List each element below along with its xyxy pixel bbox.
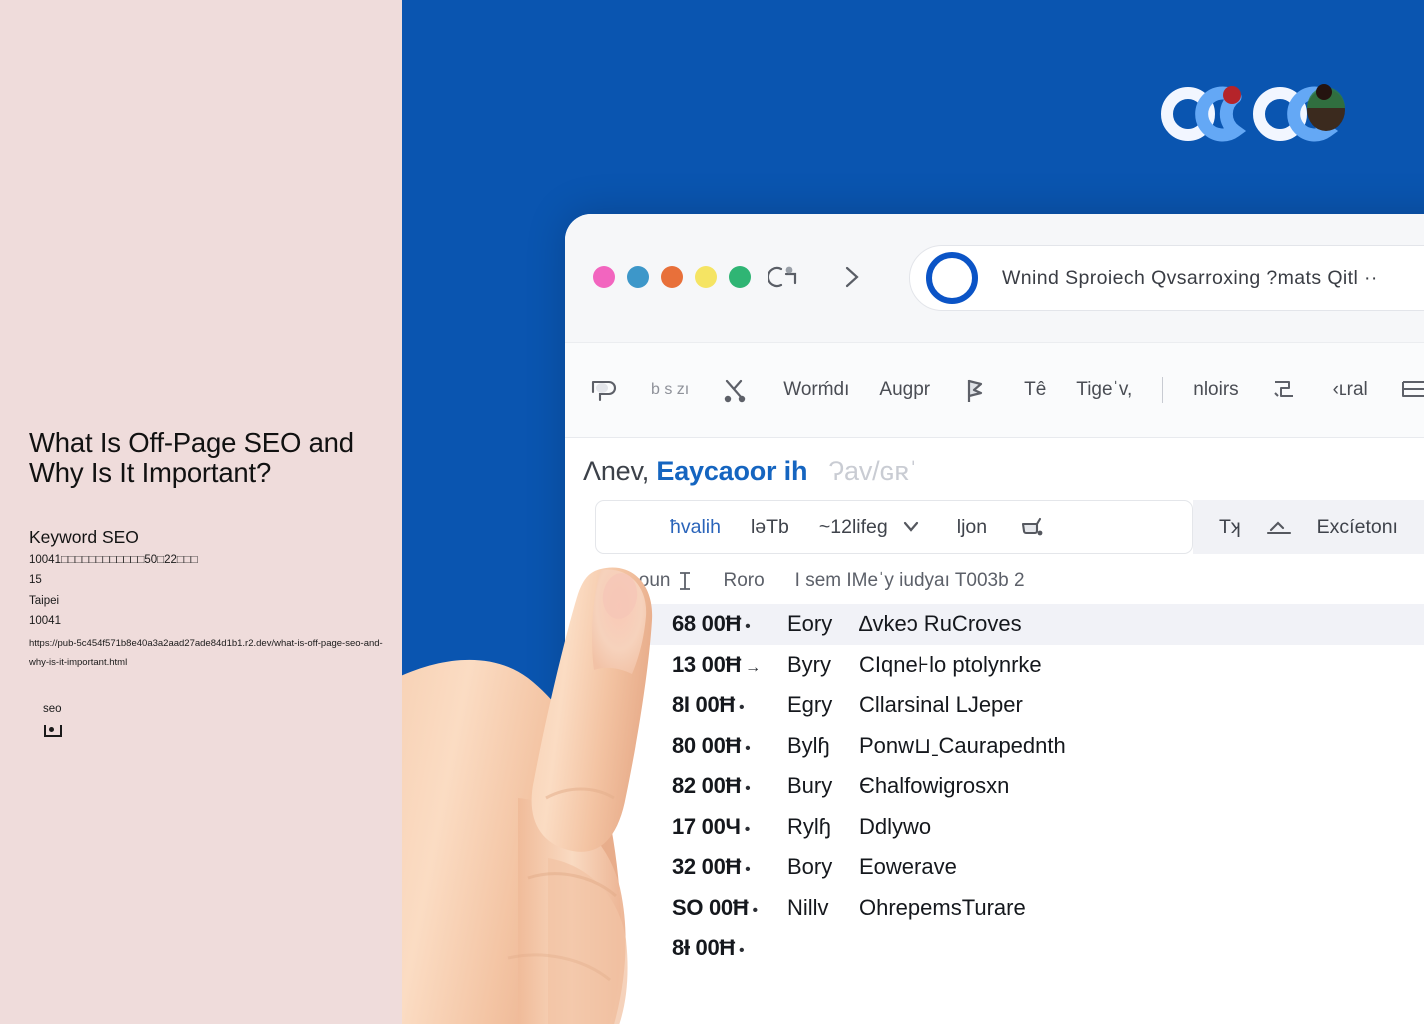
cell-code: Rylɧ: [787, 813, 832, 839]
cell-description: Єhalfowigrosxn: [859, 773, 1010, 799]
filter-strip: ħvalih lǝTb ~12lifeg ljon Tʞ Excíetonı: [595, 500, 1424, 554]
table-row[interactable]: SO 00Ħ • Nillv OhrepemsTurare: [595, 888, 1424, 929]
bookmark-folder-icon[interactable]: [587, 376, 621, 404]
table-subheader: HIy oun Roro I sem IMeˈy iudyaı T003b 2: [605, 560, 1424, 602]
dot-pink[interactable]: [593, 266, 615, 288]
browser-loading-ring-icon: [926, 252, 978, 304]
layers-icon[interactable]: [1269, 376, 1303, 404]
right-item-2[interactable]: Excíetonı: [1317, 516, 1398, 539]
dot-yellow[interactable]: [695, 266, 717, 288]
cell-code: Bory: [787, 854, 833, 880]
filter-right-section: Tʞ Excíetonı: [1193, 500, 1424, 554]
cell-description: Cllarsinal LJeper: [859, 692, 1023, 718]
table-icon[interactable]: [1398, 376, 1424, 404]
address-postal-code: 10041: [29, 615, 61, 627]
address-bar[interactable]: Wnind Sproiech Qvsarroxing ?mats Qitl ··: [909, 245, 1424, 311]
image-placeholder-icon: [44, 725, 62, 737]
cell-code: Byry: [787, 651, 831, 677]
address-line: 10041□□□□□□□□□□□□50□22□□□: [29, 554, 198, 566]
table-row[interactable]: 80 00Ħ • Bylɧ Ponw⊔ˍCaurapednth: [595, 726, 1424, 767]
brand-logo: [1160, 78, 1360, 150]
address-bar-value[interactable]: Wnind Sproiech Qvsarroxing ?mats Qitl ··: [1002, 267, 1378, 290]
cell-code: Nillv: [787, 894, 829, 920]
table-row[interactable]: 17 00Ч • Rylɧ Ddlywo: [595, 807, 1424, 848]
browser-toolbar: b s zı Worḿdı Augpr Tê Tigeˈv, nloirs ‹…: [565, 342, 1424, 438]
heading-part-blue: Eaycaoor ih: [656, 456, 808, 486]
window-control-dots: [593, 266, 751, 288]
cell-description: Ddlywo: [859, 813, 932, 839]
tab-sort[interactable]: ~12lifeg: [819, 514, 927, 540]
heading-part-dark: Λnev,: [583, 456, 650, 486]
cell-description: ∆vkeɔ RuCroves: [859, 611, 1022, 637]
right-item-1[interactable]: Tʞ: [1219, 516, 1241, 539]
pointing-hand: [378, 528, 698, 1024]
dot-orange[interactable]: [661, 266, 683, 288]
scissors-icon[interactable]: [719, 376, 753, 404]
cell-code: Eory: [787, 611, 833, 637]
dot-blue[interactable]: [627, 266, 649, 288]
content-heading: Λnev, Eaycaoor ih Ɂav/ɢʀˈ: [583, 456, 918, 487]
tab-sort-label: ~12lifeg: [818, 515, 888, 538]
table-row[interactable]: 32 00Ħ • Bory Eowerave: [595, 847, 1424, 888]
left-info-panel: What Is Off-Page SEO and Why Is It Impor…: [0, 0, 402, 1024]
trend-icon: [1266, 521, 1291, 535]
toolbar-item-4[interactable]: Tê: [1024, 379, 1046, 401]
subheader-item-2[interactable]: Roro: [723, 570, 764, 592]
cell-description: Ponw⊔ˍCaurapednth: [859, 732, 1066, 758]
table-row[interactable]: 68 00Ħ • Eory ∆vkeɔ RuCroves: [595, 604, 1424, 645]
cell-code: Egry: [787, 692, 833, 718]
table-row[interactable]: 8Ɨ 00Ħ •: [595, 928, 1424, 969]
toolbar-item-7[interactable]: ‹ʟral: [1333, 379, 1368, 401]
flag-icon[interactable]: [960, 376, 994, 404]
toolbar-item-1[interactable]: b s zı: [651, 381, 689, 399]
toolbar-item-3[interactable]: Augpr: [879, 379, 930, 401]
browser-nav-controls: [766, 260, 868, 294]
cell-code: Bylɧ: [787, 732, 830, 758]
keyword-subtitle: Keyword SEO: [29, 527, 139, 547]
toolbar-item-2[interactable]: Worḿdı: [783, 379, 849, 401]
heading-part-grey: Ɂav/ɢʀˈ: [828, 456, 918, 486]
results-table: 68 00Ħ • Eory ∆vkeɔ RuCroves 13 00Ħ → Byry…: [595, 604, 1424, 969]
tab-region[interactable]: ljon: [957, 516, 987, 539]
subheader-item-3: I sem IMeˈy iudyaı T003b 2: [794, 570, 1025, 591]
address-number: 15: [29, 574, 42, 586]
table-row[interactable]: 13 00Ħ → Byry CIqne⊦lo ptolynrke: [595, 645, 1424, 686]
address-city: Taipei: [29, 595, 60, 607]
cell-description: CIqne⊦lo ptolynrke: [859, 651, 1042, 677]
cell-description: Eowerave: [859, 854, 957, 880]
table-row[interactable]: 82 00Ħ • Bury Єhalfowigrosxn: [595, 766, 1424, 807]
toolbar-divider: [1162, 377, 1164, 403]
screenshot-stage: What Is Off-Page SEO and Why Is It Impor…: [0, 0, 1424, 1024]
cell-code: Bury: [787, 773, 833, 799]
back-icon[interactable]: [766, 260, 802, 294]
toolbar-item-6[interactable]: nloirs: [1193, 379, 1238, 401]
browser-titlebar: Wnind Sproiech Qvsarroxing ?mats Qitl ··: [565, 214, 1424, 342]
dot-green[interactable]: [729, 266, 751, 288]
source-url[interactable]: https://pub-5c454f571b8e40a3a2aad27ade84…: [29, 634, 384, 672]
chevron-right-icon[interactable]: [834, 260, 868, 294]
table-row[interactable]: 8I 00Ħ • Egry Cllarsinal LJeper: [595, 685, 1424, 726]
chevron-down-icon: [903, 521, 918, 532]
cell-description: OhrepemsTurare: [859, 894, 1026, 920]
cart-icon[interactable]: [1017, 514, 1049, 540]
toolbar-item-5[interactable]: Tigeˈv,: [1076, 379, 1132, 401]
keyword-tag: seo: [43, 703, 62, 715]
tab-keywords[interactable]: lǝTb: [751, 516, 789, 539]
page-title: What Is Off-Page SEO and Why Is It Impor…: [29, 427, 354, 488]
